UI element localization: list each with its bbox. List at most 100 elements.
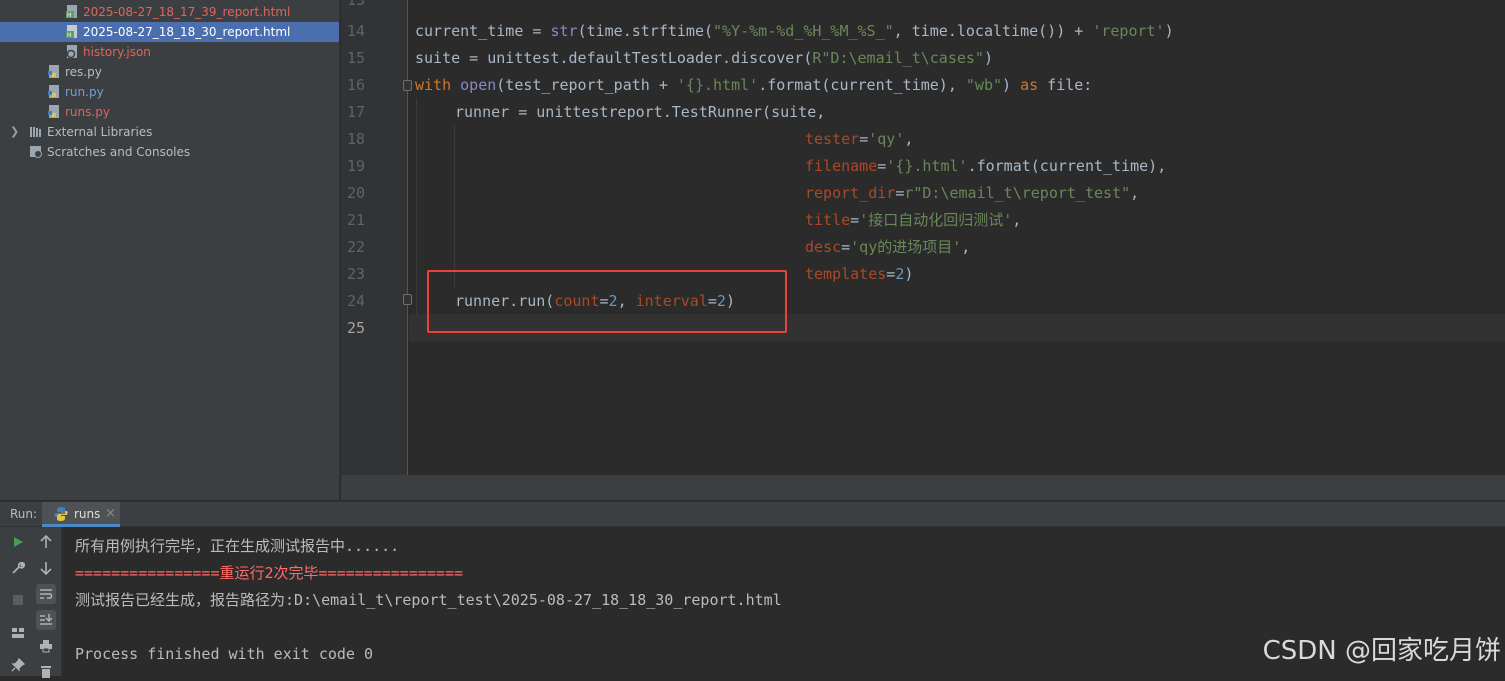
scratches-icon [30,146,42,158]
clear-all-button[interactable] [36,661,56,681]
code-token: , [904,130,914,148]
scroll-up-button[interactable] [36,532,56,552]
code-token: current_time = [415,22,551,40]
code-token: str [550,22,578,40]
code-line-15: suite = unittest.defaultTestLoader.disco… [415,45,993,72]
code-token: templates [805,265,887,283]
line-number: 15 [346,49,365,67]
arrow-down-icon [40,562,52,575]
code-token: as [1020,76,1039,94]
svg-text:H: H [67,12,72,19]
code-line-22: desc='qy的进场项目', [805,234,970,261]
code-token: , [1012,211,1022,229]
code-token: "wb" [965,76,1003,94]
project-tree-panel: H 2025-08-27_18_17_39_report.html H 2025… [0,0,340,500]
pin-tab-button[interactable] [8,655,28,675]
code-token: report_dir [805,184,896,202]
settings-button[interactable] [8,558,28,578]
close-icon[interactable]: × [105,506,116,521]
run-tab-runs[interactable]: runs × [42,502,120,527]
code-token: .format(current_time), [758,76,966,94]
line-number: 23 [346,265,365,283]
code-editor[interactable]: 13 14 15 16 17 18 19 20 21 22 23 24 25 c… [341,0,1505,475]
print-button[interactable] [36,636,56,656]
line-number: 21 [346,211,365,229]
scroll-down-button[interactable] [36,558,56,578]
line-number: 24 [346,292,365,310]
tree-item-label: runs.py [65,105,110,119]
tree-item-label: 2025-08-27_18_18_30_report.html [83,25,291,39]
run-toolbar [0,527,62,678]
code-token: = [886,265,896,283]
tree-item-res-py[interactable]: res.py [0,62,339,82]
fold-marker-icon[interactable] [403,294,412,305]
code-token: filename [805,157,878,175]
run-panel-label: Run: [10,507,38,521]
pin-icon [11,658,25,672]
tree-item-history-json[interactable]: history.json [0,42,339,62]
tree-item-label: Scratches and Consoles [47,145,191,159]
code-line-17: runner = unittestreport.TestRunner(suite… [455,99,825,126]
code-token: r"D:\email_t\report_test" [904,184,1131,202]
tree-item-report-1[interactable]: H 2025-08-27_18_17_39_report.html [0,2,339,22]
html-file-icon: H [66,5,77,19]
libraries-icon [30,127,41,137]
code-token: R"D:\email_t\cases" [812,49,984,67]
chevron-right-icon[interactable]: ❯ [10,122,19,142]
code-token: , [1130,184,1140,202]
code-line-16: with open(test_report_path + '{}.html'.f… [415,72,1092,99]
code-token: = [859,130,869,148]
layout-icon [12,628,24,638]
tree-item-runs-py[interactable]: runs.py [0,102,339,122]
code-token: open [460,76,497,94]
tree-item-label: run.py [65,85,104,99]
layout-button[interactable] [8,623,28,643]
code-token: ) [1164,22,1174,40]
tree-item-scratches[interactable]: Scratches and Consoles [0,142,339,162]
code-token: , time.localtime()) + [893,22,1093,40]
code-token: 'qy的进场项目' [850,238,962,256]
code-token: '{}.html' [886,157,968,175]
svg-text:H: H [67,32,72,39]
code-line-21: title='接口自动化回归测试', [805,207,1021,234]
tree-item-run-py[interactable]: run.py [0,82,339,102]
scroll-to-end-toggle[interactable] [36,610,56,630]
code-token: = [877,157,887,175]
stop-button[interactable] [8,590,28,610]
annotation-highlight-box [427,270,787,333]
code-line-18: tester='qy', [805,126,913,153]
code-token: ) [983,49,993,67]
code-token: ) [904,265,914,283]
rerun-button[interactable] [8,532,28,552]
code-token: tester [805,130,860,148]
code-token: with [415,76,452,94]
code-token: = [895,184,905,202]
code-token: ) [1002,76,1021,94]
code-token: "%Y-%m-%d_%H_%M_%S_" [713,22,894,40]
scroll-to-end-icon [40,614,53,625]
printer-icon [40,640,52,653]
code-token: file: [1038,76,1093,94]
python-file-icon [48,85,59,98]
soft-wrap-toggle[interactable] [36,584,56,604]
code-token: , [961,238,971,256]
fold-marker-icon[interactable] [403,80,412,91]
code-token: (time.strftime( [577,22,714,40]
line-number-gutter: 13 14 15 16 17 18 19 20 21 22 23 24 25 [341,0,412,475]
tree-item-external-libraries[interactable]: ❯ External Libraries [0,122,339,142]
python-icon [54,507,68,521]
watermark: CSDN @回家吃月饼 [1262,636,1501,666]
console-line: 所有用例执行完毕，正在生成测试报告中...... [75,537,400,555]
tree-item-label: res.py [65,65,102,79]
arrow-up-icon [40,535,52,548]
run-tab-label: runs [74,507,101,521]
code-token: '{}.html' [676,76,759,94]
line-number: 16 [346,76,365,94]
line-number: 20 [346,184,365,202]
json-file-icon [66,45,77,59]
code-token: desc [805,238,842,256]
console-line-error: ================重运行2次完毕================ [75,564,464,582]
code-line-20: report_dir=r"D:\email_t\report_test", [805,180,1139,207]
code-token: 2 [895,265,905,283]
tree-item-report-2[interactable]: H 2025-08-27_18_18_30_report.html [0,22,339,42]
